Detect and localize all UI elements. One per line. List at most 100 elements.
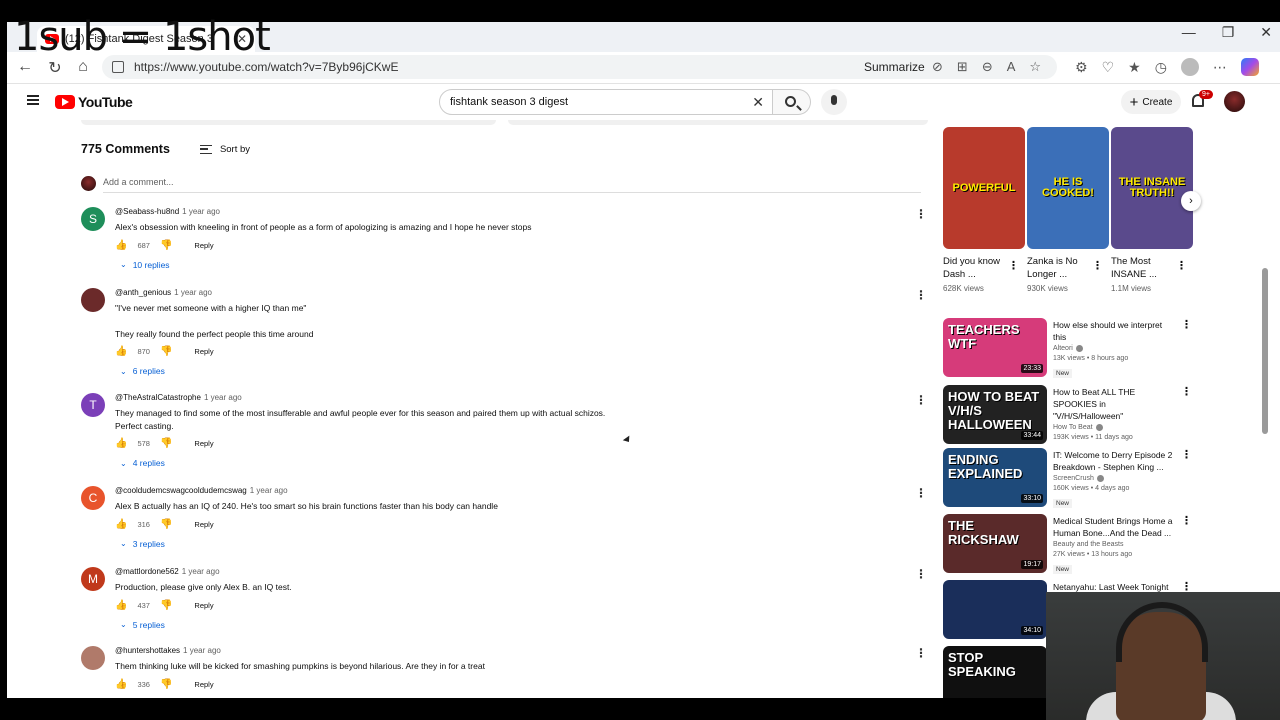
channel-name[interactable]: Beauty and the Beasts [1053, 541, 1123, 548]
comment-time[interactable]: 1 year ago [182, 567, 220, 576]
avatar[interactable] [81, 646, 105, 670]
youtube-logo[interactable]: YouTube [55, 94, 133, 110]
video-thumbnail[interactable]: TEACHERS WTF 23:33 [943, 318, 1047, 377]
add-comment-input[interactable]: Add a comment... [103, 174, 921, 193]
favorite-star-icon[interactable]: ☆ [1029, 59, 1041, 75]
dislike-icon[interactable]: 👎 [160, 438, 172, 449]
avatar[interactable]: T [81, 393, 105, 417]
hamburger-menu-icon[interactable] [27, 95, 39, 105]
scrollbar-thumb[interactable] [1262, 268, 1268, 434]
short-menu-icon[interactable]: ⋮ [1092, 259, 1103, 272]
video-thumbnail[interactable]: ENDING EXPLAINED 33:10 [943, 448, 1047, 507]
short-thumbnail[interactable]: POWERFUL [943, 127, 1025, 249]
reply-button[interactable]: Reply [194, 241, 213, 250]
dislike-icon[interactable]: 👎 [160, 519, 172, 530]
video-thumbnail[interactable]: STOP SPEAKING [943, 646, 1047, 698]
video-title[interactable]: How to Beat ALL THE SPOOKIES in "V/H/S/H… [1053, 386, 1177, 422]
account-avatar[interactable] [1224, 91, 1245, 112]
reply-button[interactable]: Reply [194, 520, 213, 529]
comment-menu-icon[interactable]: ⋮ [915, 567, 927, 581]
search-button[interactable] [773, 89, 811, 115]
reply-button[interactable]: Reply [194, 601, 213, 610]
comment-author[interactable]: @anth_genious [115, 288, 171, 297]
favorites-icon[interactable]: ★ [1128, 59, 1141, 76]
short-thumbnail[interactable]: THE INSANE TRUTH!! [1111, 127, 1193, 249]
sort-by-button[interactable]: Sort by [199, 144, 250, 155]
related-video[interactable]: ENDING EXPLAINED 33:10 IT: Welcome to Derr… [943, 448, 1193, 508]
dislike-icon[interactable]: 👎 [160, 679, 172, 690]
view-replies-button[interactable]: ⌄ 10 replies [120, 260, 905, 270]
history-icon[interactable]: ◷ [1155, 59, 1167, 76]
reply-button[interactable]: Reply [194, 347, 213, 356]
search-input[interactable]: fishtank season 3 digest ✕ [439, 89, 773, 115]
browser-essentials-icon[interactable]: ♡ [1102, 59, 1115, 76]
refresh-icon[interactable]: ↻ [45, 58, 65, 78]
related-video[interactable]: HOW TO BEAT V/H/S HALLOWEEN 33:44 How to B… [943, 385, 1193, 445]
like-icon[interactable]: 👍 [115, 600, 127, 611]
avatar[interactable] [81, 288, 105, 312]
dislike-icon[interactable]: 👎 [160, 240, 172, 251]
video-menu-icon[interactable]: ⋮ [1181, 318, 1192, 331]
short-title[interactable]: Did you know Dash ... [943, 255, 1007, 281]
reply-button[interactable]: Reply [194, 680, 213, 689]
comment-menu-icon[interactable]: ⋮ [915, 393, 927, 407]
short-card[interactable]: POWERFUL Did you know Dash ... 628K views ⋮ [943, 127, 1025, 293]
comment-menu-icon[interactable]: ⋮ [915, 646, 927, 660]
read-aloud-icon[interactable]: A [1007, 59, 1016, 75]
channel-name[interactable]: How To Beat [1053, 424, 1093, 431]
video-thumbnail[interactable]: 34:10 [943, 580, 1047, 639]
short-title[interactable]: The Most INSANE ... [1111, 255, 1175, 281]
restore-icon[interactable]: ❐ [1222, 24, 1235, 41]
view-replies-button[interactable]: ⌄ 5 replies [120, 620, 905, 630]
like-icon[interactable]: 👍 [115, 346, 127, 357]
short-menu-icon[interactable]: ⋮ [1008, 259, 1019, 272]
comment-menu-icon[interactable]: ⋮ [915, 486, 927, 500]
profile-avatar[interactable] [1180, 58, 1199, 76]
summarize-button[interactable]: Summarize [864, 60, 925, 74]
view-replies-button[interactable]: ⌄ 3 replies [120, 539, 905, 549]
short-thumbnail[interactable]: HE IS COOKED! [1027, 127, 1109, 249]
extensions-icon[interactable]: ⚙ [1075, 59, 1088, 76]
like-icon[interactable]: 👍 [115, 519, 127, 530]
zoom-icon[interactable]: ⊖ [982, 59, 993, 75]
like-icon[interactable]: 👍 [115, 679, 127, 690]
related-video[interactable]: THE RICKSHAW 19:17 Medical Student Brings … [943, 514, 1193, 574]
comment-author[interactable]: @mattlordone562 [115, 567, 179, 576]
video-title[interactable]: IT: Welcome to Derry Episode 2 Breakdown… [1053, 449, 1177, 473]
like-icon[interactable]: 👍 [115, 240, 127, 251]
comment-time[interactable]: 1 year ago [182, 207, 220, 216]
clear-search-icon[interactable]: ✕ [752, 94, 764, 111]
dislike-icon[interactable]: 👎 [160, 346, 172, 357]
voice-search-icon[interactable] [821, 89, 847, 115]
comment-menu-icon[interactable]: ⋮ [915, 288, 927, 302]
comment-time[interactable]: 1 year ago [204, 393, 242, 402]
video-title[interactable]: Medical Student Brings Home a Human Bone… [1053, 515, 1177, 539]
view-replies-button[interactable]: ⌄ 4 replies [120, 458, 905, 468]
close-window-icon[interactable]: ✕ [1260, 24, 1272, 41]
view-replies-button[interactable]: ⌄ 6 replies [120, 366, 905, 376]
reply-button[interactable]: Reply [194, 439, 213, 448]
video-thumbnail[interactable]: THE RICKSHAW 19:17 [943, 514, 1047, 573]
video-menu-icon[interactable]: ⋮ [1181, 514, 1192, 527]
avatar[interactable]: C [81, 486, 105, 510]
more-icon[interactable]: ⋯ [1213, 59, 1227, 76]
home-icon[interactable]: ⌂ [73, 58, 93, 76]
short-card[interactable]: THE INSANE TRUTH!! The Most INSANE ... 1.1… [1111, 127, 1193, 293]
comment-author[interactable]: @cooldudemcswagcooldudemcswag [115, 486, 247, 495]
short-card[interactable]: HE IS COOKED! Zanka is No Longer ... 930K … [1027, 127, 1109, 293]
back-icon[interactable]: ← [15, 58, 35, 76]
create-button[interactable]: + Create [1121, 90, 1181, 114]
comment-author[interactable]: @huntershottakes [115, 646, 180, 655]
minimize-icon[interactable]: — [1182, 24, 1196, 41]
short-menu-icon[interactable]: ⋮ [1176, 259, 1187, 272]
like-icon[interactable]: 👍 [115, 438, 127, 449]
avatar[interactable]: S [81, 207, 105, 231]
comment-author[interactable]: @Seabass-hu8nd [115, 207, 179, 216]
copilot-icon[interactable] [1240, 58, 1259, 76]
site-info-icon[interactable] [112, 61, 124, 73]
comment-author[interactable]: @TheAstralCatastrophe [115, 393, 201, 402]
comment-time[interactable]: 1 year ago [250, 486, 288, 495]
shorts-next-icon[interactable]: › [1181, 191, 1201, 211]
reader-icon[interactable]: ⊘ [932, 59, 943, 75]
comment-time[interactable]: 1 year ago [183, 646, 221, 655]
